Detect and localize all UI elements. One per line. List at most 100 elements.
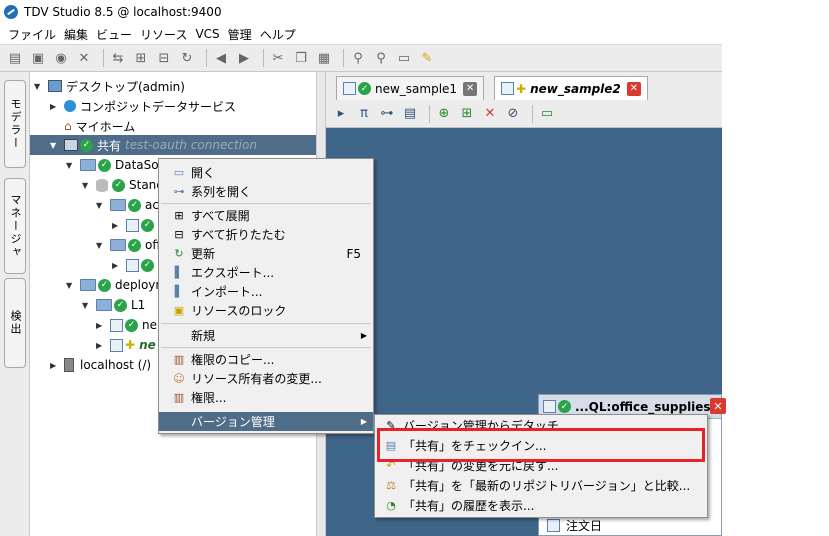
expanded-arrow-icon[interactable]: ▼ <box>66 281 76 290</box>
menu-item-open-lineage[interactable]: ⊶ 系列を開く <box>159 182 373 201</box>
back-icon[interactable]: ◀ <box>212 49 230 67</box>
collapsed-arrow-icon[interactable]: ▶ <box>96 321 106 330</box>
tree-node-datasources[interactable]: ▼ ✓ DataSou <box>66 155 166 175</box>
menu-item-export[interactable]: ▌ エクスポート... <box>159 263 373 282</box>
expanded-arrow-icon[interactable]: ▼ <box>66 161 76 170</box>
tab-new-sample1[interactable]: ✓ new_sample1 ✕ <box>336 76 485 100</box>
tree-node-deployment[interactable]: ▼ ✓ deploym <box>66 275 167 295</box>
menu-edit[interactable]: 編集 <box>64 26 88 43</box>
tree-node-desktop[interactable]: ▼ デスクトップ(admin) <box>34 76 185 96</box>
toolbar-divider <box>206 49 207 67</box>
collapsed-arrow-icon[interactable]: ▶ <box>112 221 122 230</box>
lineage-icon[interactable]: π <box>355 105 373 123</box>
editor-toolbar: ▸ π ⊶ ▤ ⊕ ⊞ ✕ ⊘ ▭ <box>326 100 722 128</box>
menu-item-privileges[interactable]: ▥ 権限... <box>159 388 373 407</box>
tab-discovery[interactable]: 検出 <box>4 278 26 368</box>
folder-icon <box>80 279 96 291</box>
save-all-icon[interactable]: ◉ <box>52 49 70 67</box>
expanded-arrow-icon[interactable]: ▼ <box>34 82 44 91</box>
execute-icon[interactable]: ▸ <box>332 105 350 123</box>
document-icon[interactable]: ▭ <box>395 49 413 67</box>
menu-view[interactable]: ビュー <box>96 26 132 43</box>
subwindow-row[interactable]: 注文日 <box>547 517 602 534</box>
note-icon[interactable]: ✎ <box>418 49 436 67</box>
menu-item-open[interactable]: ▭ 開く <box>159 163 373 182</box>
left-vertical-tab-strip: モデラー マネージャ 検出 <box>0 72 30 536</box>
menu-item-version-control[interactable]: バージョン管理 ▶ <box>159 412 373 431</box>
paste-icon[interactable]: ▦ <box>315 49 333 67</box>
menu-item-new[interactable]: 新規 ▶ <box>159 326 373 345</box>
new-document-icon[interactable]: ▭ <box>538 105 556 123</box>
collapsed-arrow-icon[interactable]: ▶ <box>96 341 106 350</box>
menu-item-collapse-all[interactable]: ⊟ すべて折りたたむ <box>159 225 373 244</box>
menu-item-refresh[interactable]: ↻ 更新 F5 <box>159 244 373 263</box>
expanded-arrow-icon[interactable]: ▼ <box>82 301 92 310</box>
menu-file[interactable]: ファイル <box>8 26 56 43</box>
menu-item-change-owner[interactable]: ☺ リソース所有者の変更... <box>159 369 373 388</box>
expanded-arrow-icon[interactable]: ▼ <box>96 201 106 210</box>
menu-item-lock[interactable]: ▣ リソースのロック <box>159 301 373 320</box>
expand-all-icon: ⊞ <box>174 209 184 222</box>
tree-node-shared[interactable]: ▼ ✓ 共有 test-oauth connection <box>30 135 316 155</box>
menu-item-copy-privileges[interactable]: ▥ 権限のコピー... <box>159 350 373 369</box>
main-toolbar: ▤ ▣ ◉ ✕ ⇆ ⊞ ⊟ ↻ ◀ ▶ ✂ ❐ ▦ ⚲ ⚲ ▭ ✎ <box>0 44 722 72</box>
expand-icon[interactable]: ⊞ <box>132 49 150 67</box>
menu-item-compare[interactable]: ⚖ 「共有」を「最新のリポジトリバージョン」と比較... <box>375 476 707 495</box>
menu-help[interactable]: ヘルプ <box>260 26 296 43</box>
checked-in-icon: ✓ <box>98 278 111 292</box>
menu-item-history[interactable]: ◔ 「共有」の履歴を表示... <box>375 496 707 515</box>
tree-node-off[interactable]: ▼ ✓ off <box>96 235 161 255</box>
tree-node-composite[interactable]: ▶ コンポジットデータサービス <box>50 96 236 116</box>
open-icon[interactable]: ▤ <box>6 49 24 67</box>
tree-node-standard[interactable]: ▼ ✓ Stanc <box>82 175 163 195</box>
find-icon[interactable]: ⚲ <box>349 49 367 67</box>
tree-node-table[interactable]: ▶ ✓ <box>112 255 158 275</box>
collapsed-arrow-icon[interactable]: ▶ <box>50 102 60 111</box>
close-icon[interactable]: ✕ <box>626 81 641 96</box>
delete-icon[interactable]: ✕ <box>75 49 93 67</box>
add-table-icon[interactable]: ⊕ <box>435 105 453 123</box>
expanded-arrow-icon[interactable]: ▼ <box>96 241 106 250</box>
tab-new-sample2[interactable]: ✚ new_sample2 ✕ <box>494 76 648 100</box>
save-icon[interactable]: ▣ <box>29 49 47 67</box>
tree-node-ac[interactable]: ▼ ✓ ac <box>96 195 159 215</box>
navigate-icon[interactable]: ⊘ <box>504 105 522 123</box>
tab-manager[interactable]: マネージャ <box>4 178 26 274</box>
expanded-arrow-icon[interactable]: ▼ <box>82 181 92 190</box>
find-next-icon[interactable]: ⚲ <box>372 49 390 67</box>
menu-item-import[interactable]: ▌ インポート... <box>159 282 373 301</box>
remove-icon[interactable]: ✕ <box>481 105 499 123</box>
close-icon[interactable]: ✕ <box>463 81 478 96</box>
folder-icon <box>110 239 126 251</box>
tree-node-label: L1 <box>131 298 146 312</box>
tree-node-table[interactable]: ▶ ✓ <box>112 215 158 235</box>
close-icon[interactable]: ✕ <box>710 398 726 414</box>
menu-admin[interactable]: 管理 <box>228 26 252 43</box>
graph-icon[interactable]: ⊶ <box>378 105 396 123</box>
collapse-icon[interactable]: ⊟ <box>155 49 173 67</box>
cut-icon[interactable]: ✂ <box>269 49 287 67</box>
collapsed-arrow-icon[interactable]: ▶ <box>50 361 60 370</box>
expanded-arrow-icon[interactable]: ▼ <box>50 141 60 150</box>
menu-item-label: すべて折りたたむ <box>191 228 286 242</box>
tree-node-new2[interactable]: ▶ ✚ ne <box>96 335 156 355</box>
tree-node-localhost[interactable]: ▶ localhost (/) <box>50 355 151 375</box>
refresh-tree-icon[interactable]: ⇆ <box>109 49 127 67</box>
tree-node-home[interactable]: ⌂ マイホーム <box>64 116 135 136</box>
menu-item-label: 新規 <box>191 329 216 343</box>
toolbar-divider <box>532 104 533 123</box>
add-column-icon[interactable]: ⊞ <box>458 105 476 123</box>
forward-icon[interactable]: ▶ <box>235 49 253 67</box>
keyboard-icon[interactable]: ▤ <box>401 105 419 123</box>
tab-modeler[interactable]: モデラー <box>4 80 26 168</box>
editor-tab-bar: ✓ new_sample1 ✕ ✚ new_sample2 ✕ <box>326 72 722 100</box>
copy-icon[interactable]: ❐ <box>292 49 310 67</box>
sync-icon[interactable]: ↻ <box>178 49 196 67</box>
tree-node-l1[interactable]: ▼ ✓ L1 <box>82 295 145 315</box>
menu-resource[interactable]: リソース <box>140 26 187 43</box>
menu-item-expand-all[interactable]: ⊞ すべて展開 <box>159 206 373 225</box>
tree-node-new1[interactable]: ▶ ✓ ne <box>96 315 157 335</box>
collapsed-arrow-icon[interactable]: ▶ <box>112 261 122 270</box>
added-plus-icon: ✚ <box>125 338 136 352</box>
menu-vcs[interactable]: VCS <box>195 27 219 41</box>
